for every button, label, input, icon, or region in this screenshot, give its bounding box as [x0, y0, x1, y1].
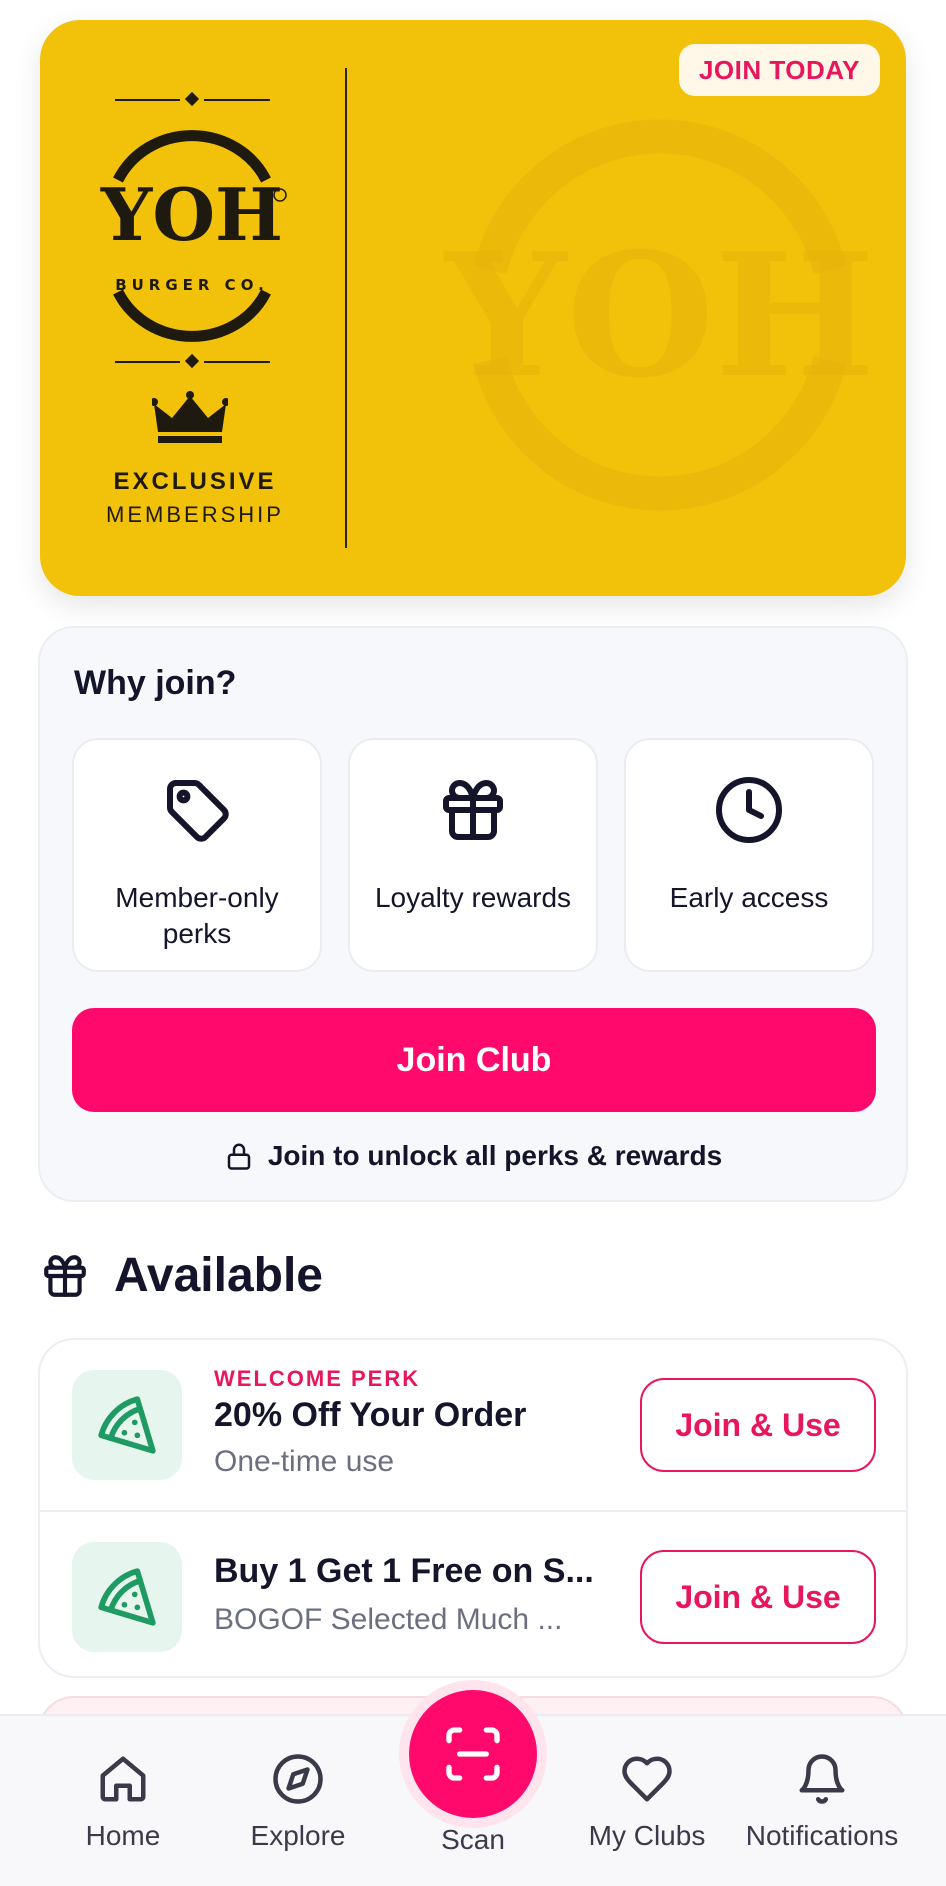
why-join-panel: Why join? Member-only perks Loyalty rewa… — [38, 626, 908, 1202]
tier-sublabel: MEMBERSHIP — [106, 502, 284, 527]
nav-label: Notifications — [745, 1820, 899, 1851]
perk-thumbnail — [72, 1370, 182, 1480]
nav-item-notifications[interactable]: Notifications — [737, 1752, 907, 1852]
svg-text:YOH: YOH — [443, 216, 875, 416]
perk-subtitle: BOGOF Selected Much ... — [214, 1603, 563, 1636]
home-icon — [100, 1756, 146, 1802]
perk-title: Buy 1 Get 1 Free on S... — [214, 1552, 594, 1590]
perk-thumbnail — [72, 1542, 182, 1652]
crown-icon — [152, 391, 228, 443]
tier-label: EXCLUSIVE — [113, 468, 277, 495]
nav-item-explore[interactable]: Explore — [213, 1752, 383, 1852]
tag-icon — [167, 780, 229, 842]
perk-subtitle: One-time use — [214, 1445, 395, 1478]
lock-icon — [227, 1143, 251, 1170]
join-club-button[interactable]: Join Club — [72, 1008, 876, 1112]
join-use-button[interactable]: Join & Use — [640, 1378, 876, 1472]
bell-icon — [799, 1754, 845, 1804]
unlock-note-text: Join to unlock all perks & rewards — [267, 1140, 723, 1171]
nav-label: Home — [85, 1820, 161, 1851]
perk-title: 20% Off Your Order — [214, 1396, 527, 1434]
compass-icon — [273, 1754, 323, 1804]
clock-icon — [716, 777, 782, 843]
yoh-burger-logo: YOH BURGER CO. — [100, 91, 287, 369]
list-item[interactable]: Buy 1 Get 1 Free on S... BOGOF Selected … — [40, 1510, 906, 1676]
pizza-icon — [98, 1568, 156, 1626]
available-header: Available — [40, 1248, 323, 1303]
feature-label: Early access — [669, 882, 829, 913]
yoh-watermark-logo: YOH — [443, 119, 875, 511]
nav-label: Explore — [250, 1820, 346, 1851]
feature-member-perks: Member-only perks — [72, 738, 322, 972]
heart-icon — [622, 1756, 672, 1802]
nav-label: My Clubs — [588, 1820, 706, 1851]
nav-label-scan: Scan — [441, 1824, 505, 1855]
unlock-note: Join to unlock all perks & rewards — [40, 1136, 906, 1176]
feature-label: Member-only perks — [115, 882, 279, 949]
gift-icon — [443, 780, 503, 840]
why-join-title: Why join? — [74, 664, 237, 702]
feature-label: Loyalty rewards — [374, 882, 572, 913]
pizza-icon — [98, 1396, 156, 1454]
feature-loyalty-rewards: Loyalty rewards — [348, 738, 598, 972]
join-today-badge[interactable]: JOIN TODAY — [678, 44, 880, 96]
svg-text:YOH: YOH — [100, 172, 283, 257]
nav-item-my-clubs[interactable]: My Clubs — [562, 1752, 732, 1852]
svg-text:BURGER CO.: BURGER CO. — [115, 276, 269, 294]
card-divider — [345, 68, 347, 548]
perk-eyebrow: WELCOME PERK — [214, 1366, 421, 1391]
perk-list: WELCOME PERK 20% Off Your Order One-time… — [38, 1338, 908, 1678]
gift-icon — [44, 1254, 86, 1297]
available-title: Available — [114, 1249, 323, 1302]
membership-card[interactable]: JOIN TODAY YOH YOH BURGER CO. EXCLUSIVE … — [40, 20, 906, 596]
list-item[interactable]: WELCOME PERK 20% Off Your Order One-time… — [40, 1340, 906, 1510]
feature-early-access: Early access — [624, 738, 874, 972]
join-use-button[interactable]: Join & Use — [640, 1550, 876, 1644]
scan-button-halo — [399, 1680, 547, 1828]
scan-button[interactable] — [409, 1690, 537, 1818]
nav-item-home[interactable]: Home — [38, 1752, 208, 1852]
scan-icon — [446, 1727, 500, 1781]
